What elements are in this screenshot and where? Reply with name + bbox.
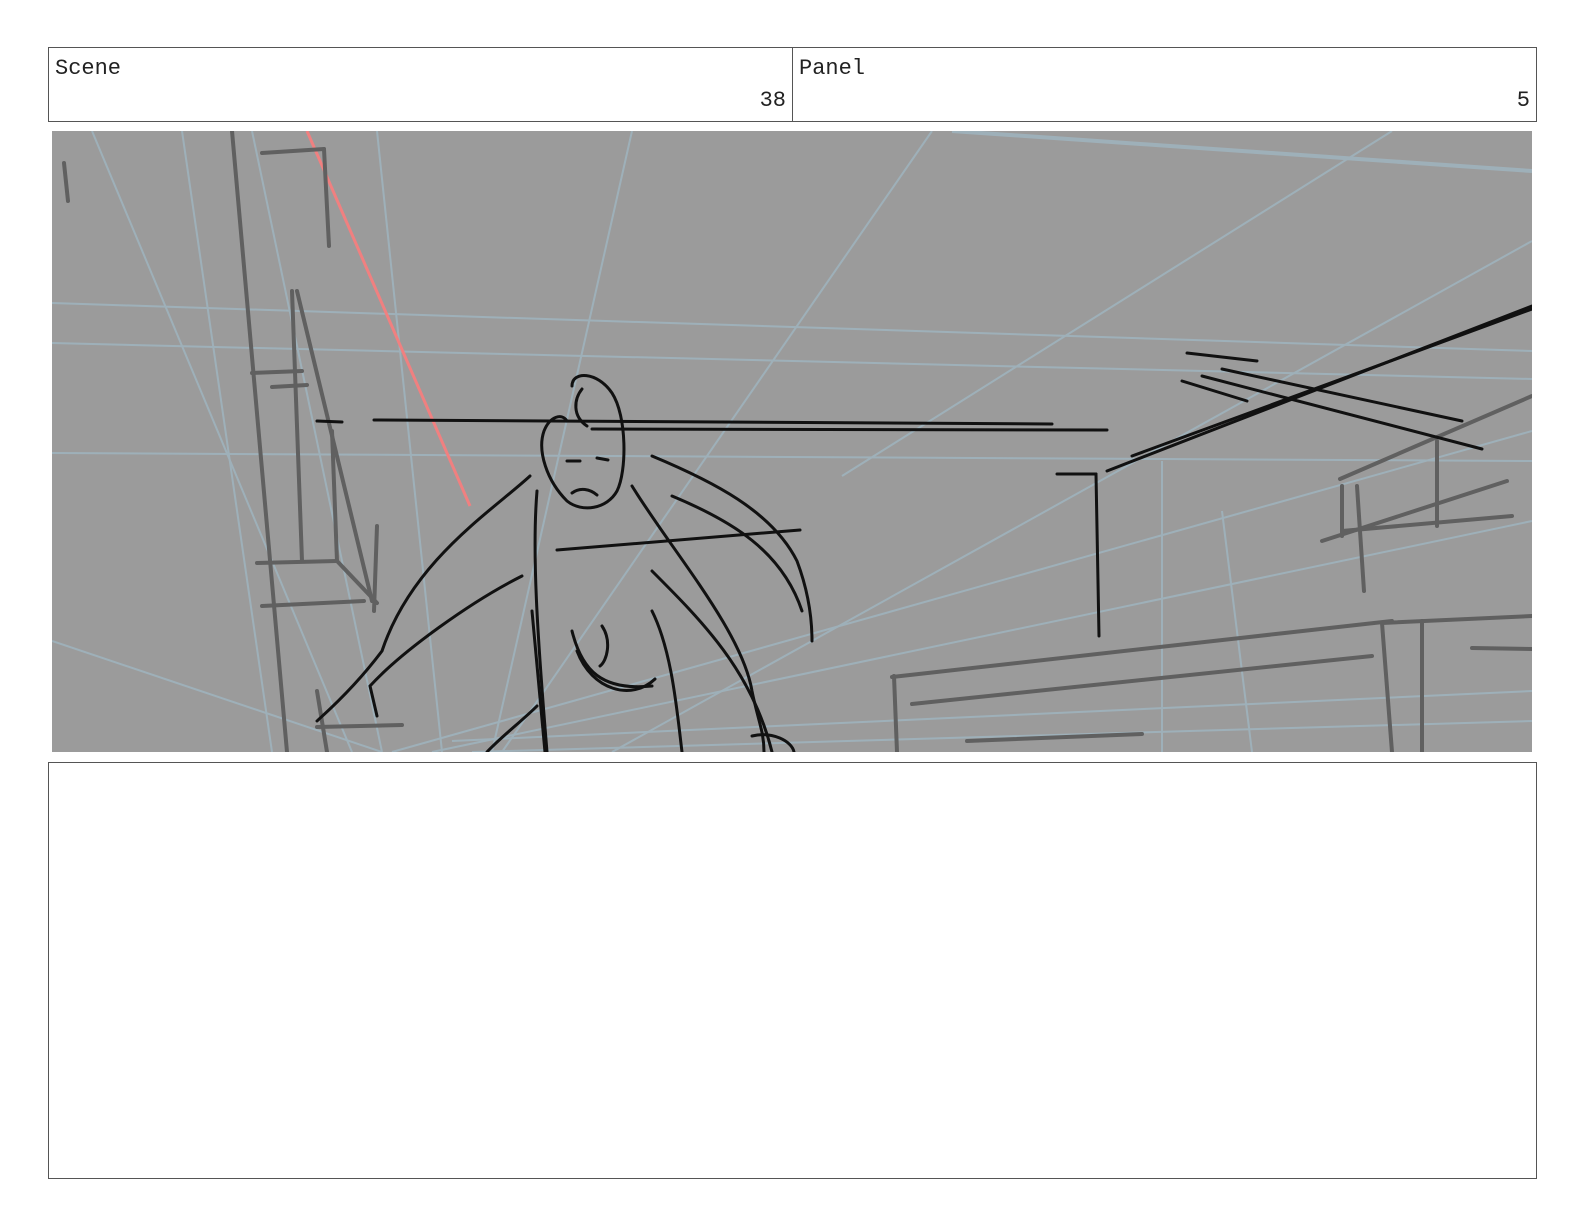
storyboard-frame [52,131,1532,752]
perspective-guides [52,131,1532,752]
panel-number: 5 [1516,88,1530,113]
panel-header: Scene 38 Panel 5 [48,47,1537,122]
background-structures [62,131,1532,752]
panel-cell: Panel 5 [792,48,1536,121]
scene-number: 38 [759,88,786,113]
storyboard-sketch [52,131,1532,752]
scene-cell: Scene 38 [49,48,792,121]
notes-box [48,762,1537,1179]
scene-label: Scene [55,56,122,81]
panel-label: Panel [799,56,866,81]
